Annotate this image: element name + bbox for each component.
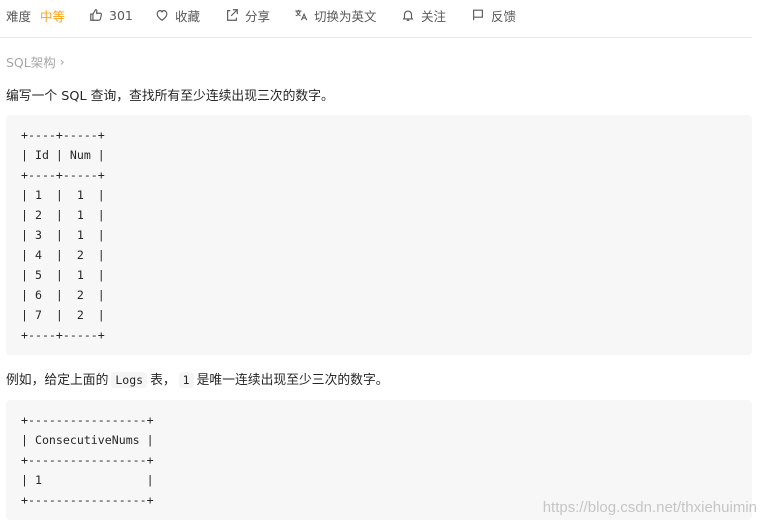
- feedback-label: 反馈: [491, 8, 517, 24]
- favorite-button[interactable]: 收藏: [155, 7, 201, 24]
- problem-intro: 编写一个 SQL 查询，查找所有至少连续出现三次的数字。: [6, 89, 334, 104]
- difficulty-value: 中等: [40, 8, 66, 24]
- chevron-right-icon: ›: [59, 54, 65, 69]
- example-description: 例如，给定上面的 Logs 表， 1 是唯一连续出现至少三次的数字。: [6, 369, 389, 388]
- example-middle: 表，: [150, 373, 176, 388]
- thumbs-up-icon: [90, 9, 103, 21]
- language-toggle-label: 切换为英文: [314, 8, 377, 24]
- share-button[interactable]: 分享: [225, 7, 271, 24]
- like-button[interactable]: 301: [89, 7, 133, 23]
- heart-icon: [156, 10, 168, 21]
- like-count: 301: [109, 7, 133, 23]
- share-label: 分享: [245, 8, 271, 24]
- flag-icon: [473, 9, 483, 21]
- feedback-button[interactable]: 反馈: [471, 7, 517, 24]
- bell-icon: [402, 10, 414, 21]
- example-prefix: 例如，给定上面的: [6, 373, 109, 388]
- language-toggle-button[interactable]: 切换为英文: [294, 7, 377, 24]
- breadcrumb-link[interactable]: SQL架构: [6, 52, 56, 71]
- inline-code-value: 1: [178, 372, 194, 388]
- example-table-code-block: +----+-----+ | Id | Num | +----+-----+ |…: [6, 115, 752, 355]
- follow-label: 关注: [421, 8, 447, 24]
- breadcrumb[interactable]: SQL架构 ›: [6, 52, 65, 71]
- problem-toolbar: 难度 中等 301 收藏 分享 切换为英文 关注 反馈: [0, 0, 752, 38]
- translate-icon: [295, 9, 308, 21]
- share-icon: [227, 9, 238, 21]
- difficulty-label: 难度: [6, 8, 32, 24]
- favorite-label: 收藏: [175, 8, 201, 24]
- follow-button[interactable]: 关注: [401, 7, 447, 24]
- logs-table-text: +----+-----+ | Id | Num | +----+-----+ |…: [21, 128, 105, 342]
- example-suffix: 是唯一连续出现至少三次的数字。: [196, 373, 389, 388]
- inline-code-table-name: Logs: [111, 372, 148, 388]
- result-table-text: +-----------------+ | ConsecutiveNums | …: [21, 413, 154, 507]
- watermark: https://blog.csdn.net/thxiehuimin: [542, 499, 757, 516]
